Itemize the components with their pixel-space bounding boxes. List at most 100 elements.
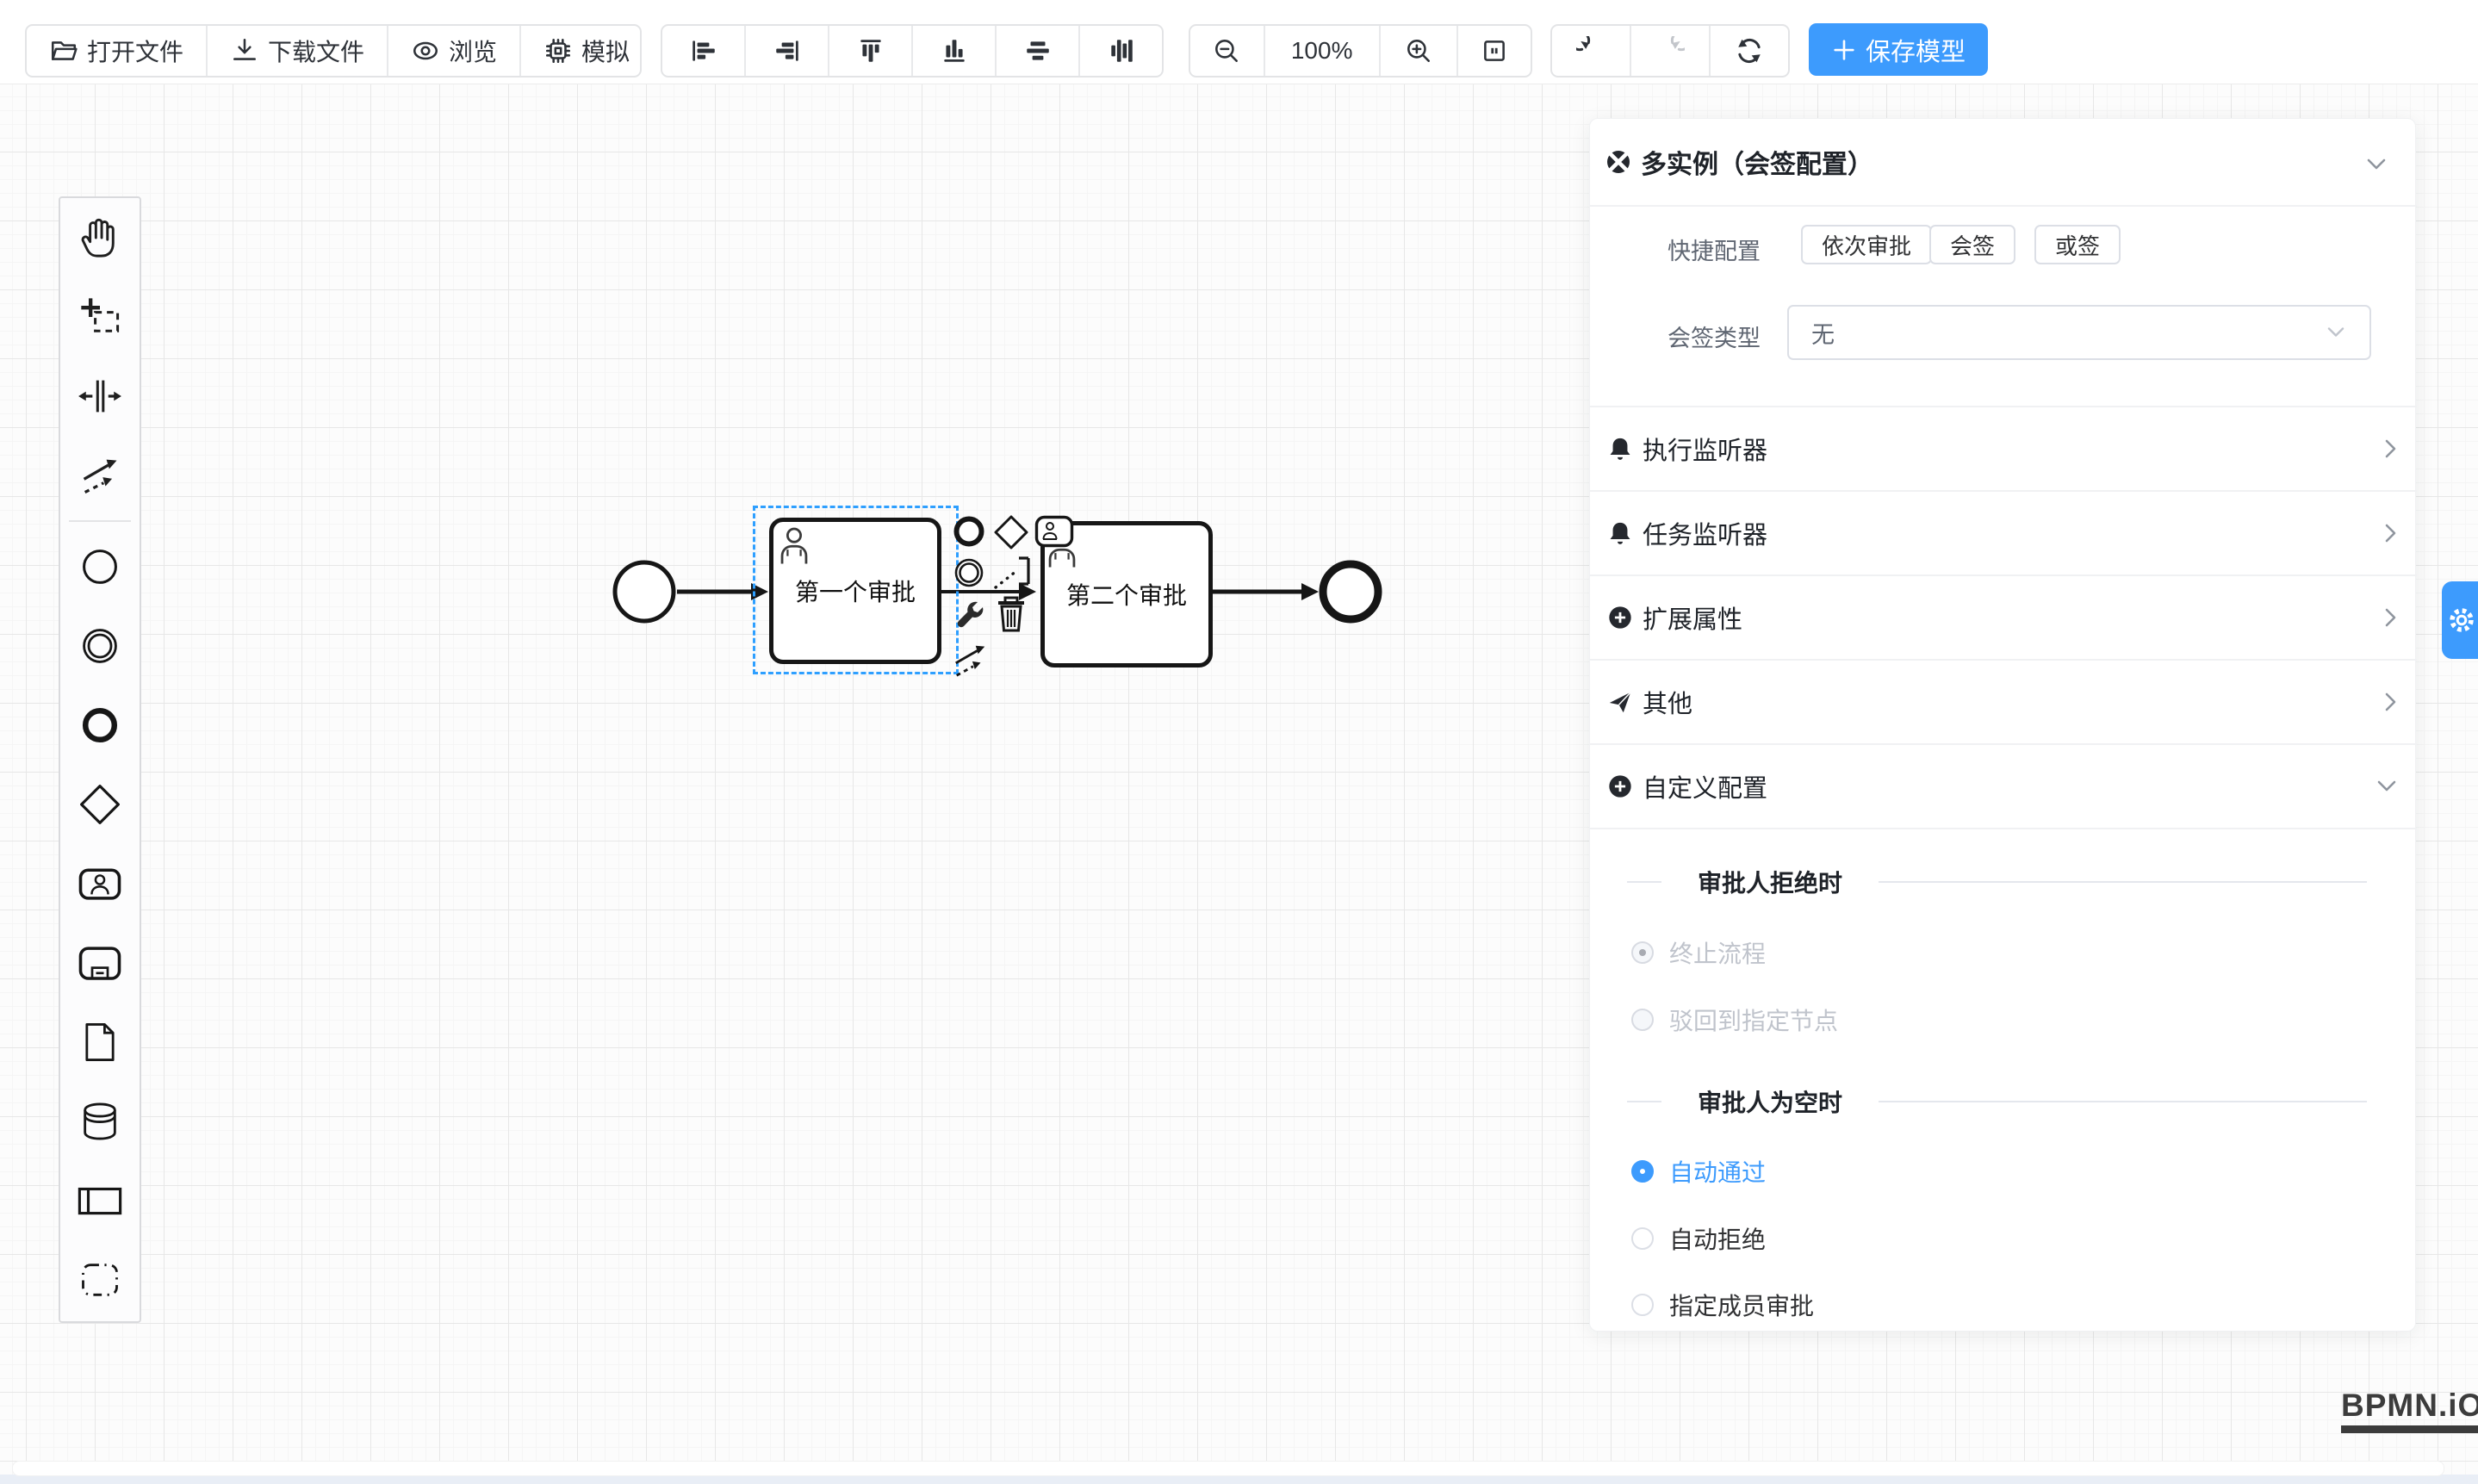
task-first-approval[interactable]: 第一个审批 [769, 518, 941, 664]
plus-circle-icon [1607, 605, 1633, 630]
radio-icon [1631, 1160, 1654, 1183]
delete-button[interactable] [994, 594, 1028, 634]
lasso-tool[interactable] [60, 277, 140, 357]
create-data-object[interactable] [60, 1003, 140, 1082]
zoom-level-display[interactable]: 100% [1265, 26, 1381, 76]
space-tool-icon [78, 374, 122, 419]
append-text-annotation-button[interactable] [989, 550, 1034, 594]
chevron-right-icon [2382, 689, 2400, 715]
redo-button[interactable] [1631, 26, 1711, 76]
open-file-button[interactable]: 打开文件 [27, 26, 208, 76]
wrench-icon [951, 598, 987, 634]
radio-auto-reject[interactable]: 自动拒绝 [1631, 1221, 1766, 1256]
section-other[interactable]: 其他 [1590, 661, 2417, 745]
quick-option-orsign-button[interactable]: 或签 [2034, 225, 2121, 264]
align-center-horizontal-button[interactable] [997, 26, 1080, 76]
radio-icon [1631, 1294, 1654, 1316]
task-second-approval-label: 第二个审批 [1066, 577, 1187, 612]
data-object-icon [78, 1020, 122, 1065]
task-first-approval-label: 第一个审批 [795, 574, 916, 608]
horizontal-scrollbar[interactable] [12, 1461, 2444, 1476]
download-file-button[interactable]: 下载文件 [208, 26, 388, 76]
zoom-fit-button[interactable] [1458, 26, 1531, 76]
create-subprocess[interactable] [60, 923, 140, 1003]
align-bottom-button[interactable] [913, 26, 997, 76]
preview-label: 浏览 [449, 34, 497, 68]
radio-return-to-node[interactable]: 驳回到指定节点 [1631, 1003, 1838, 1037]
radio-icon [1631, 941, 1654, 964]
create-intermediate-event[interactable] [60, 606, 140, 686]
simulate-button[interactable]: 模拟 [521, 26, 652, 76]
create-user-task[interactable] [60, 844, 140, 923]
user-task-icon [77, 860, 123, 907]
chevron-down-icon [2374, 777, 2400, 796]
preview-button[interactable]: 浏览 [388, 26, 521, 76]
undo-button[interactable] [1552, 26, 1631, 76]
create-group[interactable] [60, 1240, 140, 1319]
quick-option-countersign-button[interactable]: 会签 [1929, 225, 2015, 264]
panel-title: 多实例（会签配置） [1641, 143, 1873, 181]
eye-icon [411, 36, 440, 65]
section-custom-config[interactable]: 自定义配置 [1590, 745, 2417, 829]
bpmn-io-watermark[interactable]: BPMN.iO [2341, 1388, 2478, 1433]
data-store-icon [78, 1099, 122, 1144]
change-type-button[interactable] [951, 598, 987, 634]
lasso-icon [78, 295, 122, 339]
create-data-store[interactable] [60, 1082, 140, 1161]
hand-tool[interactable] [60, 198, 140, 277]
create-participant[interactable] [60, 1161, 140, 1240]
reset-icon-button[interactable] [1711, 26, 1788, 76]
section-execution-listener[interactable]: 执行监听器 [1590, 406, 2417, 492]
gateway-icon [77, 781, 123, 828]
connect-button[interactable] [951, 639, 991, 680]
create-gateway[interactable] [60, 765, 140, 844]
append-user-task-button[interactable] [1034, 515, 1074, 548]
zoom-out-button[interactable] [1190, 26, 1265, 76]
align-left-button[interactable] [662, 26, 746, 76]
collapse-chevron-down-icon[interactable] [2363, 155, 2389, 174]
open-file-label: 打开文件 [87, 34, 183, 68]
append-intermediate-event-button[interactable] [951, 555, 987, 591]
create-end-event[interactable] [60, 686, 140, 765]
create-start-event[interactable] [60, 527, 140, 606]
align-top-button[interactable] [829, 26, 913, 76]
save-model-button[interactable]: 保存模型 [1809, 23, 1988, 76]
zoom-button-group: 100% [1189, 24, 1532, 78]
subprocess-icon [77, 940, 123, 986]
global-connect-icon [78, 453, 122, 498]
top-toolbar: 打开文件 下载文件 浏览 模拟 [0, 0, 2478, 84]
panel-divider [1590, 205, 2417, 207]
section-task-listener[interactable]: 任务监听器 [1590, 492, 2417, 576]
sign-type-select[interactable]: 无 [1787, 305, 2371, 360]
start-event-icon [78, 544, 122, 589]
radio-terminate-process[interactable]: 终止流程 [1631, 935, 1766, 970]
chevron-right-icon [2382, 605, 2400, 630]
append-end-event-button[interactable] [951, 513, 987, 550]
panel-sections: 执行监听器 任务监听器 扩展属性 [1590, 406, 2417, 829]
align-right-icon [773, 36, 802, 65]
group-icon [78, 1257, 122, 1302]
cpu-icon [543, 36, 573, 65]
palette-separator [69, 520, 131, 522]
simulate-label: 模拟 [581, 34, 630, 68]
zoom-in-button[interactable] [1381, 26, 1459, 76]
reject-group-title: 审批人拒绝时 [1590, 865, 2417, 899]
global-connect-tool[interactable] [60, 436, 140, 515]
align-top-icon [856, 36, 885, 65]
panel-header: 多实例（会签配置） [1605, 143, 1873, 181]
settings-edge-tab[interactable] [2442, 581, 2478, 659]
element-palette [59, 196, 141, 1323]
radio-icon [1631, 1227, 1654, 1250]
properties-panel: 多实例（会签配置） 快捷配置 依次审批 会签 或签 会签类型 无 [1589, 118, 2416, 1332]
radio-assign-member[interactable]: 指定成员审批 [1631, 1288, 1814, 1322]
gear-icon [2447, 605, 2476, 635]
participant-icon [77, 1177, 123, 1224]
space-tool[interactable] [60, 357, 140, 436]
align-right-button[interactable] [746, 26, 829, 76]
connect-icon [951, 639, 991, 680]
quick-option-sequential-button[interactable]: 依次审批 [1801, 225, 1932, 264]
append-gateway-button[interactable] [992, 513, 1030, 551]
align-center-vertical-button[interactable] [1080, 26, 1162, 76]
section-extension-properties[interactable]: 扩展属性 [1590, 576, 2417, 661]
radio-auto-pass[interactable]: 自动通过 [1631, 1154, 1766, 1189]
